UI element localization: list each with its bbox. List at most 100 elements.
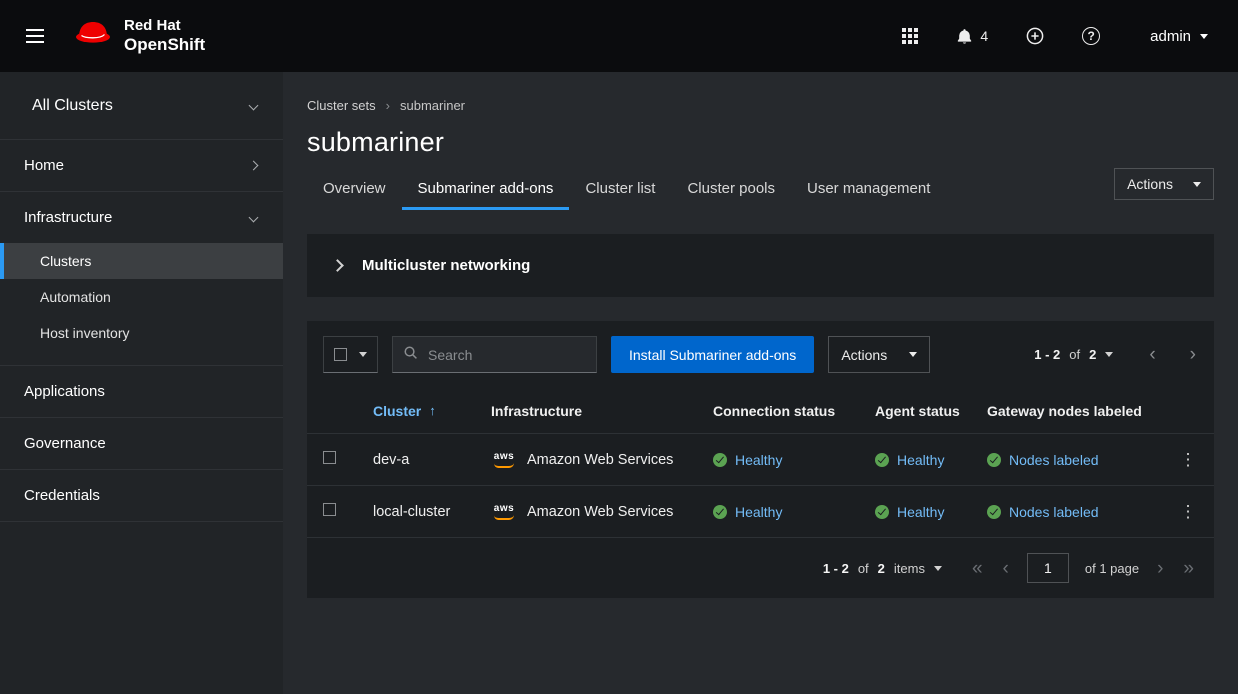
bulk-select-dropdown[interactable]: [323, 336, 378, 373]
tab-overview[interactable]: Overview: [307, 169, 402, 210]
check-circle-icon: [875, 505, 889, 519]
check-circle-icon: [987, 505, 1001, 519]
search-input[interactable]: [426, 346, 586, 364]
cluster-context-selector[interactable]: All Clusters: [0, 72, 283, 140]
pagination-total: 2: [1089, 347, 1096, 362]
connection-status-link[interactable]: Healthy: [735, 504, 782, 520]
column-header-infrastructure: Infrastructure: [491, 403, 713, 419]
sidebar-subitem-label: Automation: [40, 289, 111, 305]
nav-toggle-hamburger-icon[interactable]: [14, 14, 58, 58]
check-circle-icon: [875, 453, 889, 467]
breadcrumb-separator-icon: ›: [386, 98, 390, 113]
next-page-button[interactable]: ›: [1188, 345, 1198, 364]
sidebar-item-infrastructure[interactable]: Infrastructure: [0, 192, 283, 243]
footer-pagination-summary-dropdown[interactable]: 1 - 2 of 2 items: [817, 560, 948, 577]
provider-name: Amazon Web Services: [527, 504, 673, 520]
next-page-button[interactable]: ›: [1155, 559, 1165, 578]
chevron-down-icon: [934, 566, 942, 571]
brand-line-2: OpenShift: [124, 35, 205, 54]
column-header-gateway-nodes: Gateway nodes labeled: [987, 403, 1162, 419]
chevron-down-icon: [359, 352, 367, 357]
sidebar-item-label: Applications: [24, 383, 105, 400]
provider-name: Amazon Web Services: [527, 452, 673, 468]
gateway-nodes-link[interactable]: Nodes labeled: [1009, 452, 1099, 468]
search-box: [392, 336, 597, 373]
sidebar-item-home[interactable]: Home: [0, 140, 283, 191]
first-page-button[interactable]: «: [970, 559, 985, 578]
connection-status-link[interactable]: Healthy: [735, 452, 782, 468]
chevron-down-icon: [1193, 182, 1201, 187]
tab-user-management[interactable]: User management: [791, 169, 946, 210]
check-circle-icon: [713, 453, 727, 467]
notification-count-badge: 4: [980, 28, 988, 44]
check-circle-icon: [987, 453, 1001, 467]
row-kebab-menu-icon[interactable]: ⋮: [1172, 446, 1205, 474]
table-footer-pagination: 1 - 2 of 2 items « ‹ of 1 page ›: [307, 538, 1214, 598]
openshift-console: Red Hat OpenShift 4: [0, 0, 1238, 694]
page-header: Cluster sets › submariner submariner Ove…: [283, 72, 1238, 210]
gateway-nodes-link[interactable]: Nodes labeled: [1009, 504, 1099, 520]
row-checkbox[interactable]: [323, 503, 336, 516]
footer-items-label: items: [894, 561, 925, 576]
breadcrumb-cluster-sets-link[interactable]: Cluster sets: [307, 98, 376, 113]
agent-status-link[interactable]: Healthy: [897, 452, 944, 468]
chevron-right-icon: [331, 259, 344, 272]
column-header-cluster[interactable]: Cluster ↑: [373, 403, 491, 419]
previous-page-button[interactable]: ‹: [1001, 559, 1011, 578]
submariner-addons-table: Cluster ↑ Infrastructure Connection stat…: [307, 388, 1214, 538]
previous-page-button[interactable]: ‹: [1147, 345, 1157, 364]
select-all-checkbox[interactable]: [334, 348, 347, 361]
sidebar-item-label: Infrastructure: [24, 209, 112, 226]
sidebar-item-automation[interactable]: Automation: [0, 279, 283, 315]
last-page-button[interactable]: »: [1181, 559, 1196, 578]
column-label: Cluster: [373, 403, 421, 419]
sidebar-item-applications[interactable]: Applications: [0, 366, 283, 417]
sidebar-subitem-label: Host inventory: [40, 325, 129, 341]
tab-cluster-pools[interactable]: Cluster pools: [671, 169, 791, 210]
sidebar-item-credentials[interactable]: Credentials: [0, 470, 283, 521]
sidebar-item-host-inventory[interactable]: Host inventory: [0, 315, 283, 351]
user-menu-dropdown[interactable]: admin: [1144, 27, 1214, 46]
chevron-down-icon: [909, 352, 917, 357]
search-icon: [403, 345, 418, 365]
current-page-input[interactable]: [1027, 553, 1069, 583]
tab-submariner-add-ons[interactable]: Submariner add-ons: [402, 169, 570, 210]
chevron-down-icon: [249, 213, 259, 223]
row-checkbox[interactable]: [323, 451, 336, 464]
app-launcher-grid-icon[interactable]: [898, 24, 922, 48]
pagination-of-label: of: [1069, 347, 1080, 362]
sidebar-item-label: Credentials: [24, 487, 100, 504]
agent-status-link[interactable]: Healthy: [897, 504, 944, 520]
redhat-openshift-logo[interactable]: Red Hat OpenShift: [72, 18, 205, 54]
cluster-context-label: All Clusters: [32, 97, 113, 115]
sidebar-item-governance[interactable]: Governance: [0, 418, 283, 469]
masthead-toolbar: 4 ? admin: [898, 23, 1214, 49]
page-actions-dropdown[interactable]: Actions: [1114, 168, 1214, 200]
pagination-summary-dropdown[interactable]: 1 - 2 of 2: [1028, 346, 1119, 363]
page-of-label: of 1 page: [1085, 561, 1139, 576]
create-plus-circle-icon[interactable]: [1022, 23, 1048, 49]
table-toolbar: Install Submariner add-ons Actions 1 - 2…: [307, 321, 1214, 388]
install-submariner-button[interactable]: Install Submariner add-ons: [611, 336, 814, 373]
column-header-agent-status: Agent status: [875, 403, 987, 419]
column-header-connection-status: Connection status: [713, 403, 875, 419]
chevron-down-icon: [249, 101, 259, 111]
notifications-bell-icon[interactable]: 4: [952, 24, 992, 49]
sidebar-subitem-label: Clusters: [40, 253, 91, 269]
row-kebab-menu-icon[interactable]: ⋮: [1172, 498, 1205, 526]
chevron-down-icon: [1200, 34, 1208, 39]
table-header-row: Cluster ↑ Infrastructure Connection stat…: [307, 388, 1214, 434]
main-content: Cluster sets › submariner submariner Ove…: [283, 72, 1238, 694]
toolbar-actions-dropdown[interactable]: Actions: [828, 336, 930, 373]
username: admin: [1150, 28, 1191, 45]
aws-icon: aws: [491, 504, 517, 520]
tab-cluster-list[interactable]: Cluster list: [569, 169, 671, 210]
page-tabs: Overview Submariner add-ons Cluster list…: [307, 169, 946, 210]
footer-of-label: of: [858, 561, 869, 576]
table-row: local-cluster aws Amazon Web Services: [307, 486, 1214, 538]
help-question-icon[interactable]: ?: [1078, 23, 1104, 49]
sidebar-item-clusters[interactable]: Clusters: [0, 243, 283, 279]
chevron-right-icon: [249, 161, 259, 171]
multicluster-networking-expandable[interactable]: Multicluster networking: [307, 234, 1214, 297]
cluster-name: local-cluster: [373, 504, 491, 520]
